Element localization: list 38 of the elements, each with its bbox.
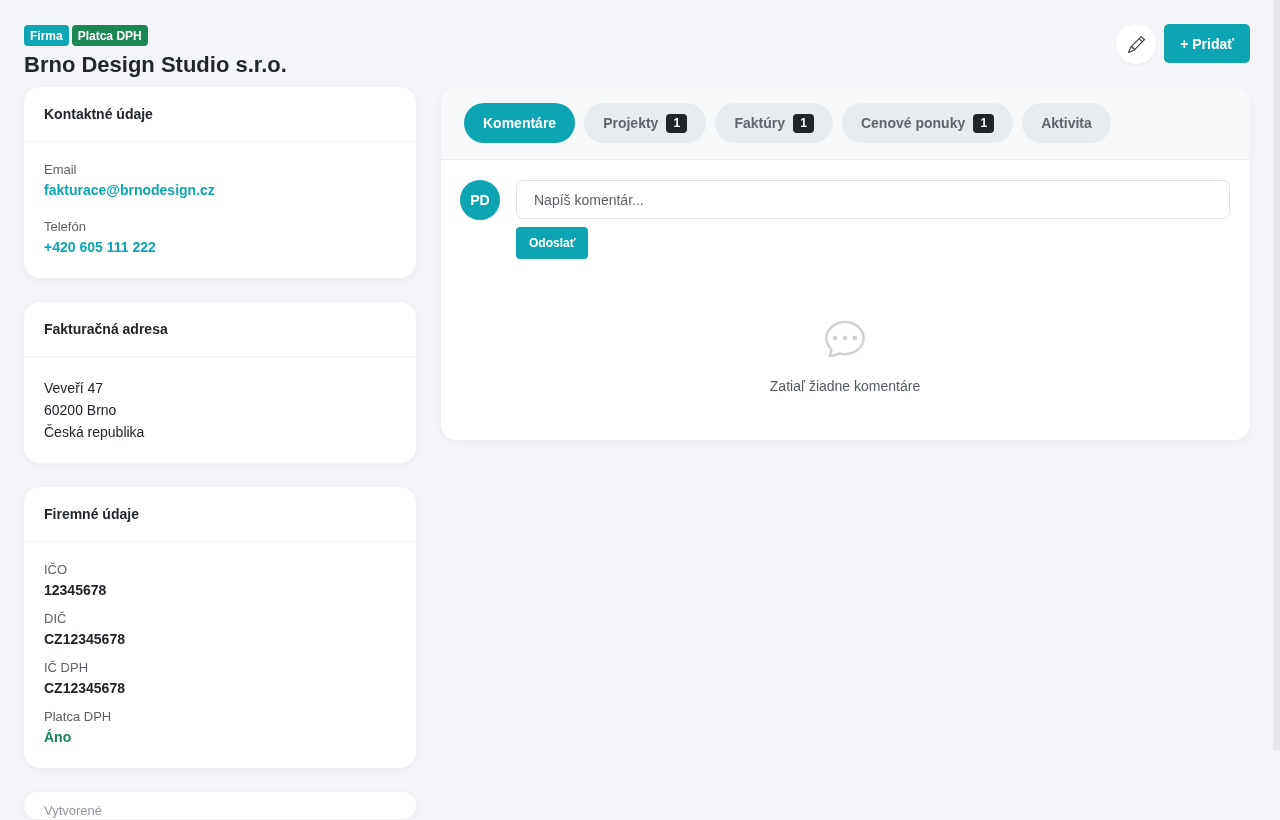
status-badge: Platca DPH	[71, 25, 148, 46]
send-button[interactable]: Odoslať	[516, 227, 589, 259]
field-value: Áno	[44, 728, 72, 746]
field-label: Platca DPH	[44, 708, 112, 726]
tab[interactable]: Faktúry 1	[715, 103, 833, 143]
field-value: 12345678	[44, 581, 107, 599]
pencil-icon	[1127, 35, 1145, 53]
field-label: IČ DPH	[44, 659, 89, 677]
count-badge: 1	[666, 113, 688, 133]
tab[interactable]: Cenové ponuky 1	[841, 103, 1014, 143]
chat-bubble-icon	[825, 319, 865, 357]
empty-message: Zatiaľ žiadne komentáre	[769, 377, 921, 395]
tab[interactable]: Komentáre	[464, 103, 576, 143]
status-badge: Firma	[24, 25, 69, 46]
address-line: Veveří 47	[44, 379, 104, 398]
field-label: IČO	[44, 561, 68, 579]
field-label: DIČ	[44, 610, 67, 628]
tab[interactable]: Aktivita	[1022, 103, 1111, 143]
field-value: CZ12345678	[44, 679, 125, 697]
card-title: Kontaktné údaje	[44, 106, 153, 122]
field-value: CZ12345678	[44, 630, 125, 648]
user-avatar: PD	[460, 180, 500, 220]
field-label: Telefón	[44, 218, 86, 236]
edit-button[interactable]	[1116, 24, 1157, 64]
contact-link[interactable]: fakturace@brnodesign.cz	[44, 181, 215, 199]
address-line: 60200 Brno	[44, 401, 117, 420]
comment-input[interactable]: Napíš komentár...	[516, 180, 1230, 219]
tab[interactable]: Projekty 1	[584, 103, 707, 143]
page-title: Brno Design Studio s.r.o.	[24, 51, 287, 79]
contact-link[interactable]: +420 605 111 222	[44, 238, 156, 256]
card-title: Firemné údaje	[44, 506, 139, 522]
add-button[interactable]: + Pridať	[1164, 24, 1250, 63]
address-line: Česká republika	[44, 423, 145, 442]
field-label: Email	[44, 161, 77, 179]
field-label: Vytvorené	[44, 803, 103, 818]
count-badge: 1	[792, 113, 814, 133]
count-badge: 1	[973, 113, 995, 133]
card-title: Fakturačná adresa	[44, 321, 168, 337]
